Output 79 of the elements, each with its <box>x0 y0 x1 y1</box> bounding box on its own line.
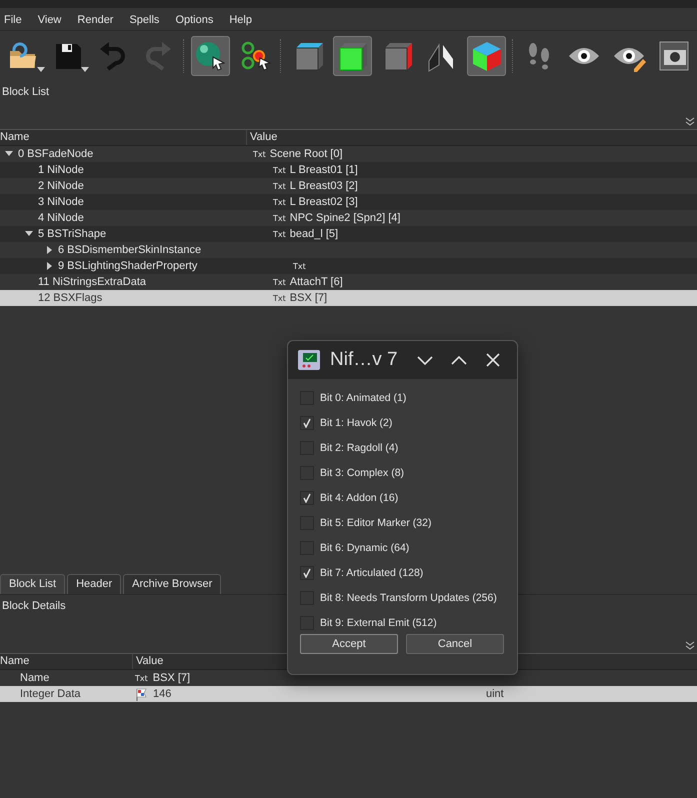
field-value: BSX [7] <box>152 672 190 684</box>
node-name: 12 BSXFlags <box>38 292 102 304</box>
text-type-icon: Txt <box>273 182 286 190</box>
field-name: Integer Data <box>20 688 81 700</box>
checkbox-label: Bit 8: Needs Transform Updates (256) <box>320 592 497 604</box>
text-type-icon: Txt <box>273 294 286 302</box>
field-value: 146 <box>153 688 172 700</box>
node-name: 0 BSFadeNode <box>18 148 94 160</box>
dropdown-icon[interactable] <box>81 67 90 72</box>
text-type-icon: Txt <box>273 230 286 238</box>
camera-icon <box>656 39 691 73</box>
text-type-icon: Txt <box>273 166 286 174</box>
node-name: 3 NiNode <box>38 196 84 208</box>
node-name: 2 NiNode <box>38 180 84 192</box>
checkbox-label: Bit 6: Dynamic (64) <box>320 542 410 554</box>
sphere-cursor-icon <box>193 39 228 73</box>
node-name: 6 BSDismemberSkinInstance <box>58 244 202 256</box>
node-name: 9 BSLightingShaderProperty <box>58 260 198 272</box>
node-value: NPC Spine2 [Spn2] [4] <box>290 212 400 224</box>
checkbox-label: Bit 3: Complex (8) <box>320 467 404 479</box>
node-value: bead_l [5] <box>290 228 338 240</box>
node-value: L Breast01 [1] <box>290 164 358 176</box>
toolbar-button[interactable] <box>190 36 230 76</box>
text-type-icon: Txt <box>273 198 286 206</box>
menu-item[interactable]: Options <box>175 14 214 26</box>
text-type-icon: Txt <box>293 262 306 270</box>
panel-title: Block List <box>2 86 50 98</box>
checkbox[interactable] <box>300 491 314 505</box>
node-name: 1 NiNode <box>38 164 84 176</box>
node-value: Scene Root [0] <box>270 148 343 160</box>
panel-title: Block Details <box>2 600 66 612</box>
checkbox-label: Bit 1: Havok (2) <box>320 417 392 429</box>
dialog-title: Nif…v 7 <box>330 349 398 371</box>
text-type-icon: Txt <box>253 150 266 158</box>
accept-button[interactable]: Accept <box>300 634 398 654</box>
text-type-icon: Txt <box>273 278 286 286</box>
column-header[interactable]: Value <box>247 130 278 145</box>
checkbox-label: Bit 7: Articulated (128) <box>320 567 424 579</box>
cancel-button[interactable]: Cancel <box>406 634 504 654</box>
tab[interactable]: Archive Browser <box>123 574 222 594</box>
field-type: uint <box>486 688 504 700</box>
checkbox-label: Bit 5: Editor Marker (32) <box>320 517 432 529</box>
chevron-icon[interactable] <box>685 641 695 651</box>
text-type-icon: Txt <box>273 214 286 222</box>
tab[interactable]: Header <box>67 574 122 594</box>
tree-row[interactable]: 1 NiNode Txt L Breast01 [1] <box>0 162 697 178</box>
tree-row[interactable]: 12 BSXFlags Txt BSX [7] <box>0 290 697 306</box>
node-value: BSX [7] <box>290 292 328 304</box>
text-type-icon: Txt <box>135 674 148 682</box>
detail-row[interactable]: Integer Data 146 uint <box>0 686 697 702</box>
checkbox-label: Bit 0: Animated (1) <box>320 392 406 404</box>
node-value: L Breast03 [2] <box>290 180 358 192</box>
flag-icon <box>135 688 148 700</box>
checkbox[interactable] <box>300 416 314 430</box>
checkbox-label: Bit 4: Addon (16) <box>320 492 398 504</box>
close-icon[interactable] <box>484 351 502 369</box>
checkbox[interactable] <box>300 566 314 580</box>
menu-item[interactable]: Help <box>229 14 252 26</box>
app-icon <box>296 347 322 373</box>
field-name: Name <box>20 672 50 684</box>
node-value: AttachT [6] <box>290 276 343 288</box>
chevron-icon[interactable] <box>685 117 695 127</box>
menu-item[interactable]: File <box>4 14 22 26</box>
menu-item[interactable]: View <box>38 14 62 26</box>
menu-item[interactable]: Render <box>77 14 114 26</box>
node-name: 11 NiStringsExtraData <box>38 276 146 288</box>
tree-row[interactable]: 3 NiNode Txt L Breast02 [3] <box>0 194 697 210</box>
node-value: L Breast02 [3] <box>290 196 358 208</box>
column-header[interactable]: Name <box>0 130 247 145</box>
dropdown-icon[interactable] <box>36 67 45 72</box>
tab[interactable]: Block List <box>0 574 66 594</box>
node-name: 5 BSTriShape <box>38 228 106 240</box>
checkbox-label: Bit 9: External Emit (512) <box>320 617 437 629</box>
checkbox-label: Bit 2: Ragdoll (4) <box>320 442 398 454</box>
node-name: 4 NiNode <box>38 212 84 224</box>
tree-row[interactable]: 9 BSLightingShaderProperty Txt <box>0 258 697 274</box>
column-header[interactable]: Name <box>0 654 133 669</box>
tree-row[interactable]: 5 BSTriShape Txt bead_l [5] <box>0 226 697 242</box>
menu-item[interactable]: Spells <box>129 14 160 26</box>
